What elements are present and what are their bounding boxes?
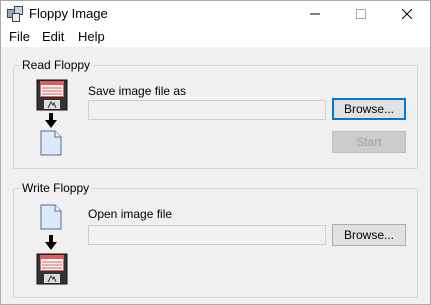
menu-file[interactable]: File	[9, 29, 30, 44]
minimize-button[interactable]	[292, 1, 338, 27]
menu-help[interactable]: Help	[78, 29, 105, 44]
down-arrow-icon	[45, 113, 57, 128]
start-button[interactable]: Start	[332, 131, 406, 153]
read-floppy-legend: Read Floppy	[20, 58, 93, 72]
menu-bar: File Edit Help	[1, 27, 430, 47]
close-icon	[402, 9, 412, 19]
save-image-input[interactable]	[88, 100, 326, 120]
down-arrow-icon	[45, 235, 57, 250]
document-icon	[40, 204, 62, 230]
maximize-icon	[356, 9, 366, 19]
title-bar[interactable]: Floppy Image	[1, 1, 430, 27]
read-floppy-group: Read Floppy Save image file as Browse...…	[13, 58, 418, 169]
save-image-label: Save image file as	[88, 84, 187, 98]
floppy-disk-icon	[36, 253, 68, 285]
open-image-input[interactable]	[88, 225, 326, 245]
floppy-image-window: Floppy Image File Edit Help Read Floppy	[0, 0, 431, 305]
close-button[interactable]	[384, 1, 430, 27]
document-icon	[40, 130, 62, 156]
minimize-icon	[310, 13, 320, 15]
write-floppy-group: Write Floppy Open image file Browse...	[13, 181, 418, 298]
app-icon	[7, 6, 23, 22]
write-floppy-legend: Write Floppy	[20, 181, 92, 195]
window-title: Floppy Image	[29, 6, 108, 21]
floppy-disk-icon	[36, 79, 68, 111]
write-browse-button[interactable]: Browse...	[332, 224, 406, 246]
menu-edit[interactable]: Edit	[42, 29, 64, 44]
maximize-button[interactable]	[338, 1, 384, 27]
open-image-label: Open image file	[88, 207, 173, 221]
read-browse-button[interactable]: Browse...	[332, 98, 406, 120]
